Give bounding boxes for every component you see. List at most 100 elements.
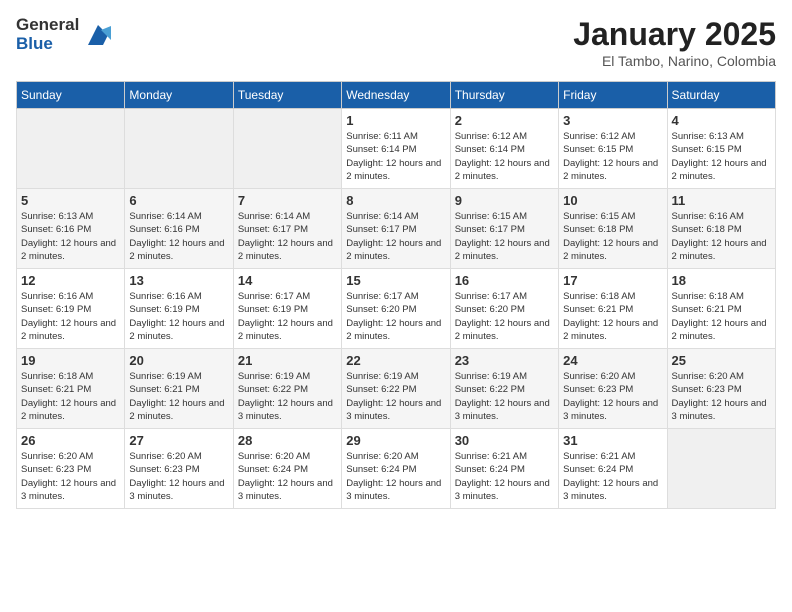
calendar-cell: 21 Sunrise: 6:19 AMSunset: 6:22 PMDayligh… (233, 349, 341, 429)
calendar-week-row: 19Sunrise: 6:18 AMSunset: 6:21 PMDayligh… (17, 349, 776, 429)
day-number: 1 (346, 113, 445, 128)
calendar-cell: 2 Sunrise: 6:12 AMSunset: 6:14 PMDaylight… (450, 109, 558, 189)
day-info: Sunrise: 6:20 AMSunset: 6:24 PMDaylight:… (238, 450, 337, 503)
day-of-week-header: Monday (125, 82, 233, 109)
calendar-cell: 22 Sunrise: 6:19 AMSunset: 6:22 PMDayligh… (342, 349, 450, 429)
day-info: Sunrise: 6:14 AMSunset: 6:16 PMDaylight:… (129, 210, 228, 263)
calendar-cell: 25 Sunrise: 6:20 AMSunset: 6:23 PMDayligh… (667, 349, 775, 429)
day-info: Sunrise: 6:18 AMSunset: 6:21 PMDaylight:… (672, 290, 771, 343)
location: El Tambo, Narino, Colombia (573, 53, 776, 69)
calendar-cell: 18 Sunrise: 6:18 AMSunset: 6:21 PMDayligh… (667, 269, 775, 349)
day-number: 4 (672, 113, 771, 128)
day-info: Sunrise: 6:18 AMSunset: 6:21 PMDaylight:… (563, 290, 662, 343)
day-number: 28 (238, 433, 337, 448)
calendar-cell: 12 Sunrise: 6:16 AMSunset: 6:19 PMDayligh… (17, 269, 125, 349)
day-info: Sunrise: 6:12 AMSunset: 6:15 PMDaylight:… (563, 130, 662, 183)
day-number: 29 (346, 433, 445, 448)
day-number: 14 (238, 273, 337, 288)
day-of-week-header: Saturday (667, 82, 775, 109)
calendar-cell: 15Sunrise: 6:17 AMSunset: 6:20 PMDayligh… (342, 269, 450, 349)
day-number: 22 (346, 353, 445, 368)
calendar-cell: 27Sunrise: 6:20 AMSunset: 6:23 PMDayligh… (125, 429, 233, 509)
calendar-table: SundayMondayTuesdayWednesdayThursdayFrid… (16, 81, 776, 509)
day-number: 26 (21, 433, 120, 448)
day-number: 9 (455, 193, 554, 208)
day-info: Sunrise: 6:12 AMSunset: 6:14 PMDaylight:… (455, 130, 554, 183)
day-info: Sunrise: 6:17 AMSunset: 6:20 PMDaylight:… (455, 290, 554, 343)
calendar-cell: 11 Sunrise: 6:16 AMSunset: 6:18 PMDayligh… (667, 189, 775, 269)
day-info: Sunrise: 6:18 AMSunset: 6:21 PMDaylight:… (21, 370, 120, 423)
day-info: Sunrise: 6:16 AMSunset: 6:19 PMDaylight:… (129, 290, 228, 343)
calendar-week-row: 26 Sunrise: 6:20 AMSunset: 6:23 PMDayligh… (17, 429, 776, 509)
day-info: Sunrise: 6:13 AMSunset: 6:16 PMDaylight:… (21, 210, 120, 263)
day-number: 15 (346, 273, 445, 288)
calendar-cell (667, 429, 775, 509)
calendar-cell: 5 Sunrise: 6:13 AMSunset: 6:16 PMDaylight… (17, 189, 125, 269)
day-of-week-header: Thursday (450, 82, 558, 109)
day-number: 30 (455, 433, 554, 448)
day-number: 17 (563, 273, 662, 288)
day-number: 18 (672, 273, 771, 288)
day-info: Sunrise: 6:16 AMSunset: 6:18 PMDaylight:… (672, 210, 771, 263)
calendar-cell: 6 Sunrise: 6:14 AMSunset: 6:16 PMDaylight… (125, 189, 233, 269)
day-info: Sunrise: 6:21 AMSunset: 6:24 PMDaylight:… (455, 450, 554, 503)
day-of-week-header: Friday (559, 82, 667, 109)
day-number: 11 (672, 193, 771, 208)
day-info: Sunrise: 6:14 AMSunset: 6:17 PMDaylight:… (238, 210, 337, 263)
day-info: Sunrise: 6:20 AMSunset: 6:23 PMDaylight:… (672, 370, 771, 423)
calendar-cell: 3 Sunrise: 6:12 AMSunset: 6:15 PMDaylight… (559, 109, 667, 189)
calendar-cell: 23 Sunrise: 6:19 AMSunset: 6:22 PMDayligh… (450, 349, 558, 429)
day-number: 6 (129, 193, 228, 208)
day-number: 5 (21, 193, 120, 208)
calendar-week-row: 5 Sunrise: 6:13 AMSunset: 6:16 PMDaylight… (17, 189, 776, 269)
day-info: Sunrise: 6:19 AMSunset: 6:22 PMDaylight:… (238, 370, 337, 423)
calendar-cell: 1 Sunrise: 6:11 AMSunset: 6:14 PMDaylight… (342, 109, 450, 189)
calendar-cell: 16 Sunrise: 6:17 AMSunset: 6:20 PMDayligh… (450, 269, 558, 349)
logo: General Blue (16, 16, 113, 53)
calendar-cell (17, 109, 125, 189)
day-info: Sunrise: 6:21 AMSunset: 6:24 PMDaylight:… (563, 450, 662, 503)
calendar-week-row: 1 Sunrise: 6:11 AMSunset: 6:14 PMDaylight… (17, 109, 776, 189)
page-header: General Blue January 2025 El Tambo, Nari… (16, 16, 776, 69)
day-info: Sunrise: 6:20 AMSunset: 6:23 PMDaylight:… (129, 450, 228, 503)
calendar-cell: 20Sunrise: 6:19 AMSunset: 6:21 PMDayligh… (125, 349, 233, 429)
day-number: 21 (238, 353, 337, 368)
day-info: Sunrise: 6:14 AMSunset: 6:17 PMDaylight:… (346, 210, 445, 263)
day-info: Sunrise: 6:19 AMSunset: 6:22 PMDaylight:… (346, 370, 445, 423)
calendar-cell: 13Sunrise: 6:16 AMSunset: 6:19 PMDayligh… (125, 269, 233, 349)
day-of-week-header: Sunday (17, 82, 125, 109)
day-info: Sunrise: 6:19 AMSunset: 6:22 PMDaylight:… (455, 370, 554, 423)
day-number: 8 (346, 193, 445, 208)
day-number: 24 (563, 353, 662, 368)
day-info: Sunrise: 6:20 AMSunset: 6:24 PMDaylight:… (346, 450, 445, 503)
day-info: Sunrise: 6:15 AMSunset: 6:18 PMDaylight:… (563, 210, 662, 263)
logo-general-text: General (16, 16, 79, 35)
calendar-cell: 24 Sunrise: 6:20 AMSunset: 6:23 PMDayligh… (559, 349, 667, 429)
day-number: 2 (455, 113, 554, 128)
day-info: Sunrise: 6:15 AMSunset: 6:17 PMDaylight:… (455, 210, 554, 263)
day-number: 12 (21, 273, 120, 288)
calendar-cell: 10Sunrise: 6:15 AMSunset: 6:18 PMDayligh… (559, 189, 667, 269)
calendar-cell: 4Sunrise: 6:13 AMSunset: 6:15 PMDaylight… (667, 109, 775, 189)
calendar-cell: 8 Sunrise: 6:14 AMSunset: 6:17 PMDaylight… (342, 189, 450, 269)
day-info: Sunrise: 6:20 AMSunset: 6:23 PMDaylight:… (563, 370, 662, 423)
day-info: Sunrise: 6:20 AMSunset: 6:23 PMDaylight:… (21, 450, 120, 503)
day-info: Sunrise: 6:17 AMSunset: 6:19 PMDaylight:… (238, 290, 337, 343)
day-number: 3 (563, 113, 662, 128)
calendar-cell: 30 Sunrise: 6:21 AMSunset: 6:24 PMDayligh… (450, 429, 558, 509)
day-number: 25 (672, 353, 771, 368)
logo-icon (83, 20, 113, 50)
calendar-cell: 28 Sunrise: 6:20 AMSunset: 6:24 PMDayligh… (233, 429, 341, 509)
day-number: 31 (563, 433, 662, 448)
day-number: 16 (455, 273, 554, 288)
day-info: Sunrise: 6:11 AMSunset: 6:14 PMDaylight:… (346, 130, 445, 183)
day-number: 23 (455, 353, 554, 368)
day-of-week-header: Wednesday (342, 82, 450, 109)
day-of-week-header: Tuesday (233, 82, 341, 109)
calendar-cell: 7 Sunrise: 6:14 AMSunset: 6:17 PMDaylight… (233, 189, 341, 269)
month-title: January 2025 (573, 16, 776, 53)
day-info: Sunrise: 6:16 AMSunset: 6:19 PMDaylight:… (21, 290, 120, 343)
day-number: 7 (238, 193, 337, 208)
calendar-cell (125, 109, 233, 189)
title-block: January 2025 El Tambo, Narino, Colombia (573, 16, 776, 69)
